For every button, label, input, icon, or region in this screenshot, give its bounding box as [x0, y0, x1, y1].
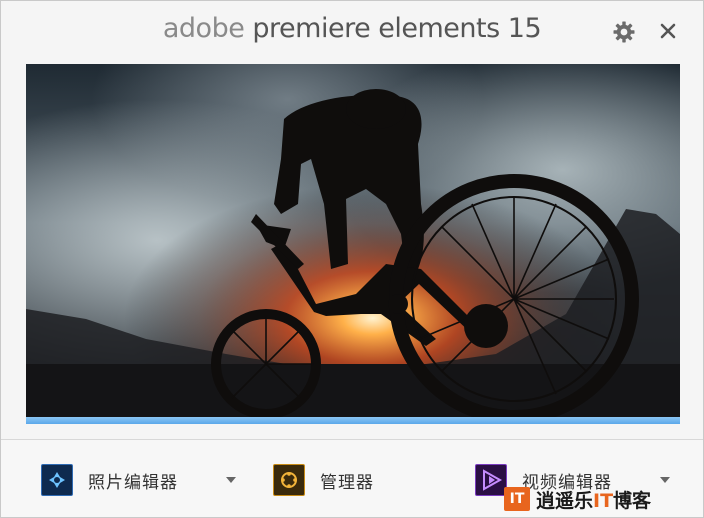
watermark-text: 逍遥乐IT博客	[536, 486, 651, 513]
loading-progress-fill	[26, 417, 680, 424]
watermark: IT 逍遥乐IT博客	[504, 485, 651, 513]
gear-icon[interactable]	[612, 20, 636, 44]
title-product: premiere elements 15	[252, 13, 542, 44]
organizer-icon	[273, 464, 305, 496]
watermark-text-it: IT	[593, 489, 614, 512]
photo-editor-icon	[41, 464, 73, 496]
watermark-text-part-2: 博客	[613, 489, 652, 512]
photo-editor-dropdown-chevron-down-icon[interactable]	[226, 477, 236, 483]
loading-progress-bar	[26, 417, 680, 424]
title-bar: adobe premiere elements 15	[1, 1, 703, 63]
watermark-text-part-1: 逍遥乐	[536, 489, 594, 512]
window-title: adobe premiere elements 15	[1, 13, 703, 44]
close-icon[interactable]	[658, 21, 678, 41]
splash-image	[26, 64, 680, 417]
photo-editor-label: 照片编辑器	[88, 472, 178, 493]
watermark-logo: IT	[504, 487, 530, 511]
organizer-label: 管理器	[320, 472, 374, 493]
launcher-window: adobe premiere elements 15 照片编辑器 管理器 视频编…	[0, 0, 704, 518]
video-editor-dropdown-chevron-down-icon[interactable]	[660, 477, 670, 483]
video-editor-icon	[475, 464, 507, 496]
photo-editor-button[interactable]: 照片编辑器	[41, 464, 178, 496]
title-brand: adobe	[162, 13, 245, 44]
organizer-button[interactable]: 管理器	[273, 464, 374, 496]
